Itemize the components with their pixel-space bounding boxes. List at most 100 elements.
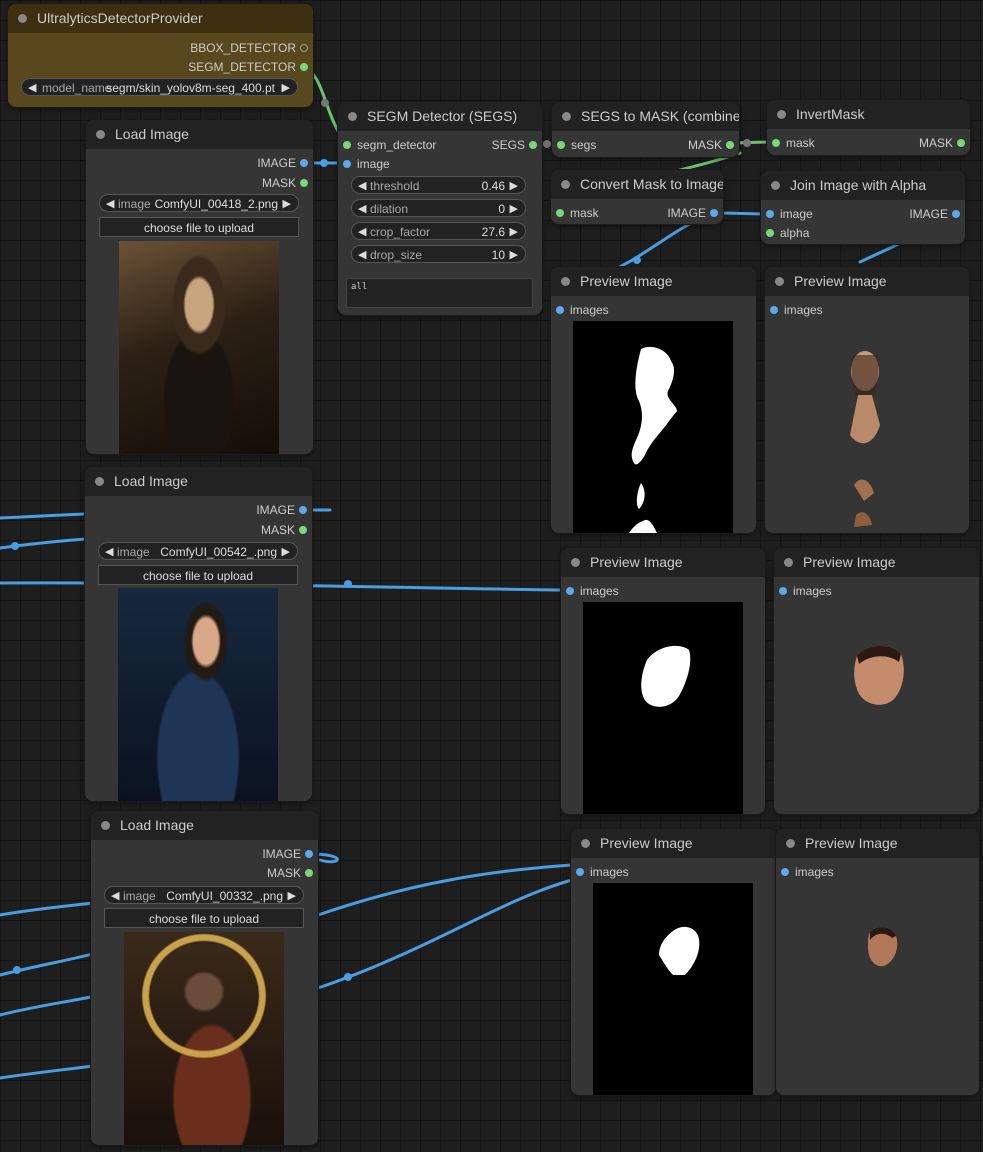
output-image[interactable]: IMAGE xyxy=(667,205,718,221)
input-image[interactable]: image xyxy=(766,206,813,222)
join-image-with-alpha-node[interactable]: Join Image with Alpha image alpha IMAGE xyxy=(761,171,965,244)
input-images[interactable]: images xyxy=(556,302,609,318)
collapse-dot-icon[interactable] xyxy=(771,181,780,190)
input-pin-icon[interactable] xyxy=(343,160,351,168)
node-title[interactable]: UltralyticsDetectorProvider xyxy=(8,4,313,33)
output-mask[interactable]: MASK xyxy=(262,175,308,191)
input-pin-icon[interactable] xyxy=(772,139,780,147)
output-pin-icon[interactable] xyxy=(300,159,308,167)
collapse-dot-icon[interactable] xyxy=(571,558,580,567)
input-alpha[interactable]: alpha xyxy=(766,225,809,241)
collapse-dot-icon[interactable] xyxy=(784,558,793,567)
node-title[interactable]: Preview Image xyxy=(765,267,969,296)
input-pin-icon[interactable] xyxy=(766,229,774,237)
output-pin-icon[interactable] xyxy=(529,141,537,149)
input-pin-icon[interactable] xyxy=(556,306,564,314)
output-pin-icon[interactable] xyxy=(305,850,313,858)
output-image[interactable]: IMAGE xyxy=(262,846,313,862)
image-combo[interactable]: ◀ image ComfyUI_00332_.png ▶ xyxy=(104,886,304,904)
arrow-left-icon[interactable]: ◀ xyxy=(358,177,366,195)
collapse-dot-icon[interactable] xyxy=(95,477,104,486)
threshold-slider[interactable]: ◀ threshold 0.46 ▶ xyxy=(351,176,526,194)
image-combo[interactable]: ◀ image ComfyUI_00418_2.png ▶ xyxy=(99,194,299,212)
collapse-dot-icon[interactable] xyxy=(581,839,590,848)
input-pin-icon[interactable] xyxy=(576,868,584,876)
output-pin-icon[interactable] xyxy=(710,209,718,217)
output-pin-icon[interactable] xyxy=(957,139,965,147)
collapse-dot-icon[interactable] xyxy=(348,112,357,121)
node-title[interactable]: Preview Image xyxy=(571,829,776,858)
load-image-node-1[interactable]: Load Image IMAGE MASK ◀ image ComfyUI_00… xyxy=(86,120,313,454)
input-pin-icon[interactable] xyxy=(343,141,351,149)
model-name-combo[interactable]: ◀ model_name segm/skin_yolov8m-seg_400.p… xyxy=(21,78,298,96)
input-image[interactable]: image xyxy=(343,156,390,172)
collapse-dot-icon[interactable] xyxy=(561,180,570,189)
dilation-slider[interactable]: ◀ dilation 0 ▶ xyxy=(351,199,526,217)
arrow-right-icon[interactable]: ▶ xyxy=(282,79,290,97)
collapse-dot-icon[interactable] xyxy=(777,110,786,119)
collapse-dot-icon[interactable] xyxy=(561,277,570,286)
preview-image-node-1[interactable]: Preview Image images xyxy=(551,267,756,533)
arrow-left-icon[interactable]: ◀ xyxy=(358,223,366,241)
node-title[interactable]: Preview Image xyxy=(551,267,756,296)
output-pin-icon[interactable] xyxy=(952,210,960,218)
node-title[interactable]: SEGM Detector (SEGS) xyxy=(338,102,542,131)
node-title[interactable]: Preview Image xyxy=(561,548,765,577)
input-pin-icon[interactable] xyxy=(770,306,778,314)
arrow-right-icon[interactable]: ▶ xyxy=(510,246,518,264)
preview-image-node-4[interactable]: Preview Image images xyxy=(774,548,979,814)
output-pin-icon[interactable] xyxy=(299,526,307,534)
node-title[interactable]: Load Image xyxy=(85,467,312,496)
input-mask[interactable]: mask xyxy=(772,135,815,151)
output-pin-icon[interactable] xyxy=(305,869,313,877)
output-image[interactable]: IMAGE xyxy=(257,155,308,171)
arrow-left-icon[interactable]: ◀ xyxy=(358,200,366,218)
input-images[interactable]: images xyxy=(779,583,832,599)
node-title[interactable]: InvertMask xyxy=(767,100,970,129)
output-pin-icon[interactable] xyxy=(300,179,308,187)
output-mask[interactable]: MASK xyxy=(688,137,734,153)
choose-file-button[interactable]: choose file to upload xyxy=(104,908,304,928)
input-segm-detector[interactable]: segm_detector xyxy=(343,137,436,153)
output-mask[interactable]: MASK xyxy=(261,522,307,538)
drop-size-slider[interactable]: ◀ drop_size 10 ▶ xyxy=(351,245,526,263)
output-segm-detector[interactable]: SEGM_DETECTOR xyxy=(188,59,308,75)
output-mask[interactable]: MASK xyxy=(267,865,313,881)
node-title[interactable]: Preview Image xyxy=(776,829,979,858)
arrow-left-icon[interactable]: ◀ xyxy=(105,543,113,561)
collapse-dot-icon[interactable] xyxy=(786,839,795,848)
crop-factor-slider[interactable]: ◀ crop_factor 27.6 ▶ xyxy=(351,222,526,240)
node-title[interactable]: Convert Mask to Image xyxy=(551,170,723,199)
collapse-dot-icon[interactable] xyxy=(562,112,571,121)
collapse-dot-icon[interactable] xyxy=(18,14,27,23)
output-pin-icon[interactable] xyxy=(300,63,308,71)
invert-mask-node[interactable]: InvertMask mask MASK xyxy=(767,100,970,155)
arrow-left-icon[interactable]: ◀ xyxy=(111,887,119,905)
arrow-left-icon[interactable]: ◀ xyxy=(28,79,36,97)
convert-mask-to-image-node[interactable]: Convert Mask to Image mask IMAGE xyxy=(551,170,723,224)
input-pin-icon[interactable] xyxy=(766,210,774,218)
input-images[interactable]: images xyxy=(781,864,834,880)
input-images[interactable]: images xyxy=(770,302,823,318)
collapse-dot-icon[interactable] xyxy=(101,821,110,830)
output-pin-icon[interactable] xyxy=(300,44,308,52)
preview-image-node-2[interactable]: Preview Image images xyxy=(765,267,969,533)
input-images[interactable]: images xyxy=(566,583,619,599)
load-image-node-2[interactable]: Load Image IMAGE MASK ◀ image ComfyUI_00… xyxy=(85,467,312,801)
node-title[interactable]: Preview Image xyxy=(774,548,979,577)
node-title[interactable]: SEGS to MASK (combined) xyxy=(552,102,739,131)
input-images[interactable]: images xyxy=(576,864,629,880)
preview-image-node-6[interactable]: Preview Image images xyxy=(776,829,979,1095)
collapse-dot-icon[interactable] xyxy=(96,130,105,139)
input-mask[interactable]: mask xyxy=(556,205,599,221)
output-segs[interactable]: SEGS xyxy=(492,137,537,153)
node-title[interactable]: Load Image xyxy=(91,811,318,840)
arrow-right-icon[interactable]: ▶ xyxy=(282,543,290,561)
arrow-right-icon[interactable]: ▶ xyxy=(283,195,291,213)
input-segs[interactable]: segs xyxy=(557,137,596,153)
output-pin-icon[interactable] xyxy=(726,141,734,149)
input-pin-icon[interactable] xyxy=(779,587,787,595)
node-title[interactable]: Load Image xyxy=(86,120,313,149)
input-pin-icon[interactable] xyxy=(557,141,565,149)
segm-detector-node[interactable]: SEGM Detector (SEGS) segm_detector image… xyxy=(338,102,542,315)
